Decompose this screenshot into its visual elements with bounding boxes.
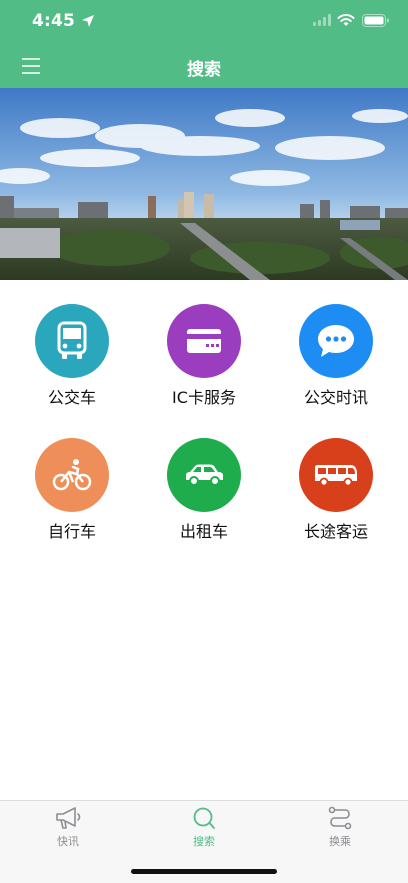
card-icon — [167, 304, 241, 378]
service-taxi-label: 出租车 — [179, 522, 228, 541]
tab-news[interactable]: 快讯 — [0, 805, 136, 855]
tab-transfer-label: 换乘 — [329, 835, 351, 848]
megaphone-icon — [56, 807, 81, 829]
home-indicator — [131, 869, 277, 874]
battery-icon — [362, 14, 389, 27]
tab-search[interactable]: 搜索 — [136, 805, 272, 855]
bicycle-icon — [35, 438, 109, 512]
status-bar: 4:45 — [0, 0, 408, 44]
page-title: 搜索 — [187, 60, 221, 80]
wifi-icon — [337, 14, 355, 26]
service-ic-card[interactable]: IC卡服务 — [144, 280, 264, 407]
service-coach-label: 长途客运 — [303, 522, 368, 541]
service-bus-label: 公交车 — [47, 388, 96, 407]
tab-news-label: 快讯 — [57, 835, 79, 848]
service-bus-news[interactable]: 公交时讯 — [276, 280, 396, 407]
service-bus[interactable]: 公交车 — [12, 280, 132, 407]
service-taxi[interactable]: 出租车 — [144, 414, 264, 541]
tab-transfer[interactable]: 换乘 — [272, 805, 408, 855]
search-icon — [193, 807, 215, 829]
service-bicycle-label: 自行车 — [47, 522, 96, 541]
route-transfer-icon — [328, 806, 352, 830]
nav-bar: 搜索 — [0, 44, 408, 88]
tab-search-label: 搜索 — [193, 835, 215, 848]
taxi-icon — [167, 438, 241, 512]
service-bicycle[interactable]: 自行车 — [12, 414, 132, 541]
banner-image — [0, 88, 408, 280]
chat-bubble-icon — [299, 304, 373, 378]
coach-icon — [299, 438, 373, 512]
location-arrow-icon — [82, 15, 94, 27]
status-time: 4:45 — [32, 11, 76, 31]
service-ic-card-label: IC卡服务 — [172, 388, 236, 407]
service-bus-news-label: 公交时讯 — [303, 388, 368, 407]
service-coach[interactable]: 长途客运 — [276, 414, 396, 541]
bus-icon — [35, 304, 109, 378]
cellular-signal-icon — [313, 14, 331, 26]
